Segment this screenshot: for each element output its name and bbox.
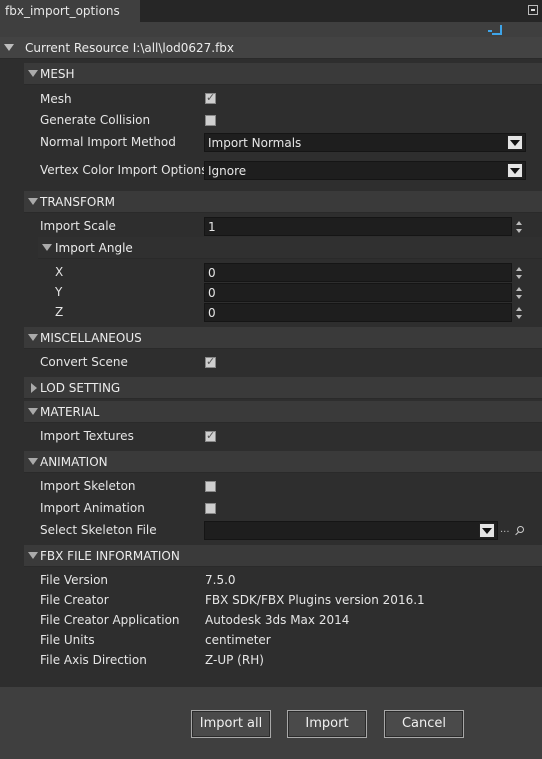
import-scale-input[interactable]: 1 <box>204 217 512 236</box>
options-panel: Current Resource I:\all\lod0627.fbx MESH… <box>0 37 542 687</box>
file-creator-label: File Creator <box>40 593 109 607</box>
section-material[interactable]: MATERIAL <box>24 401 542 423</box>
import-textures-label: Import Textures <box>40 429 134 443</box>
import-button[interactable]: Import <box>287 710 367 738</box>
angle-z-spinner[interactable] <box>515 306 523 320</box>
collapse-icon <box>28 458 38 465</box>
browse-button[interactable]: ... <box>500 524 510 535</box>
tab-fbx-import-options[interactable]: fbx_import_options <box>0 0 140 22</box>
tab-bar: fbx_import_options <box>0 0 542 22</box>
current-resource-label: Current Resource I:\all\lod0627.fbx <box>25 41 235 55</box>
angle-y-value: 0 <box>208 286 216 300</box>
file-creator-app-label: File Creator Application <box>40 613 180 627</box>
angle-x-input[interactable]: 0 <box>204 263 512 282</box>
import-textures-checkbox[interactable] <box>205 429 216 442</box>
import-scale-spinner[interactable] <box>515 220 523 234</box>
file-units-label: File Units <box>40 633 95 647</box>
section-lod-setting[interactable]: LOD SETTING <box>24 377 542 399</box>
import-scale-value: 1 <box>208 220 216 234</box>
generate-collision-label: Generate Collision <box>40 113 151 127</box>
section-title: ANIMATION <box>40 455 108 469</box>
collapse-icon <box>28 198 38 205</box>
import-animation-label: Import Animation <box>40 501 145 515</box>
file-axis-value: Z-UP (RH) <box>205 653 264 667</box>
import-animation-checkbox[interactable] <box>205 503 216 514</box>
file-units-value: centimeter <box>205 633 271 647</box>
collapse-icon <box>28 70 38 77</box>
current-resource-header[interactable]: Current Resource I:\all\lod0627.fbx <box>0 37 542 59</box>
import-skeleton-checkbox[interactable] <box>205 481 216 492</box>
file-creator-app-value: Autodesk 3ds Max 2014 <box>205 613 350 627</box>
angle-z-value: 0 <box>208 306 216 320</box>
angle-x-spinner[interactable] <box>515 266 523 280</box>
normal-import-method-label: Normal Import Method <box>40 135 176 149</box>
file-version-label: File Version <box>40 573 109 587</box>
file-creator-value: FBX SDK/FBX Plugins version 2016.1 <box>205 593 425 607</box>
subsection-title: Import Angle <box>55 241 133 255</box>
pin-icon[interactable] <box>528 5 538 15</box>
angle-y-label: Y <box>55 285 63 299</box>
angle-z-label: Z <box>55 305 64 319</box>
angle-x-value: 0 <box>208 266 216 280</box>
collapse-icon <box>42 244 52 251</box>
refresh-icon[interactable] <box>488 25 502 35</box>
collapse-icon <box>28 552 38 559</box>
collapse-icon <box>28 334 38 341</box>
select-skeleton-select[interactable] <box>204 521 498 540</box>
vertex-color-label: Vertex Color Import Options <box>40 163 208 177</box>
mesh-label: Mesh <box>40 92 72 106</box>
section-transform[interactable]: TRANSFORM <box>24 191 542 213</box>
convert-scene-label: Convert Scene <box>40 355 128 369</box>
convert-scene-checkbox[interactable] <box>205 355 216 368</box>
section-fbx-file-information[interactable]: FBX FILE INFORMATION <box>24 545 542 567</box>
normal-import-method-select[interactable]: Import Normals <box>204 133 526 152</box>
normal-import-method-value: Import Normals <box>208 136 302 150</box>
file-axis-label: File Axis Direction <box>40 653 147 667</box>
vertex-color-select[interactable]: Ignore <box>204 161 526 180</box>
section-title: FBX FILE INFORMATION <box>40 549 180 563</box>
angle-y-spinner[interactable] <box>515 286 523 300</box>
section-title: TRANSFORM <box>40 195 116 209</box>
generate-collision-checkbox[interactable] <box>205 115 216 126</box>
angle-x-label: X <box>55 265 64 279</box>
section-animation[interactable]: ANIMATION <box>24 451 542 473</box>
section-title: MESH <box>40 67 75 81</box>
chevron-down-icon[interactable] <box>507 163 523 178</box>
import-scale-label: Import Scale <box>40 219 116 233</box>
cancel-button[interactable]: Cancel <box>384 710 464 738</box>
angle-z-input[interactable]: 0 <box>204 303 512 322</box>
collapse-icon <box>4 44 14 51</box>
section-mesh[interactable]: MESH <box>24 63 542 85</box>
section-title: LOD SETTING <box>40 381 121 395</box>
collapse-icon <box>28 408 38 415</box>
chevron-down-icon[interactable] <box>479 523 495 538</box>
angle-y-input[interactable]: 0 <box>204 283 512 302</box>
section-title: MATERIAL <box>40 405 100 419</box>
file-version-value: 7.5.0 <box>205 573 236 587</box>
import-skeleton-label: Import Skeleton <box>40 479 136 493</box>
subsection-import-angle[interactable]: Import Angle <box>38 237 542 259</box>
expand-icon <box>31 383 37 393</box>
chevron-down-icon[interactable] <box>507 135 523 150</box>
select-skeleton-label: Select Skeleton File <box>40 523 157 537</box>
mesh-checkbox[interactable] <box>205 91 216 104</box>
section-miscellaneous[interactable]: MISCELLANEOUS <box>24 327 542 349</box>
search-icon[interactable] <box>517 526 524 533</box>
section-title: MISCELLANEOUS <box>40 331 142 345</box>
import-all-button[interactable]: Import all <box>191 710 271 738</box>
vertex-color-value: Ignore <box>208 164 247 178</box>
